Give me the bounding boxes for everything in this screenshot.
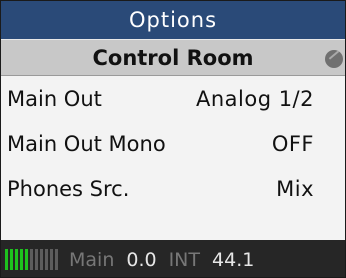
setting-label: Main Out Mono [7,131,166,156]
setting-value[interactable]: Analog 1/2 [196,87,314,111]
meter-segment [45,249,48,270]
meter-segment [15,249,18,270]
section-title: Control Room [92,45,254,70]
meter-segment [5,249,8,270]
level-meter [5,249,60,270]
title-bar: Options [1,1,345,39]
settings-list: Main Out Analog 1/2 Main Out Mono OFF Ph… [1,76,345,211]
meter-segment [30,249,33,270]
setting-label: Phones Src. [7,176,130,201]
empty-row [1,211,345,240]
setting-value[interactable]: Mix [276,177,314,201]
meter-segment [20,249,23,270]
page-title: Options [128,8,218,32]
device-screen: Options Control Room Main Out Analog 1/2… [0,0,346,278]
meter-segment [40,249,43,270]
level-value: 0.0 [126,248,157,271]
setting-row-main-out[interactable]: Main Out Analog 1/2 [1,76,345,121]
clock-label: INT [168,248,201,271]
meter-segment [55,249,58,270]
knob-icon [325,50,343,68]
status-bar: Main 0.0 INT 44.1 [1,240,345,277]
setting-row-phones-src[interactable]: Phones Src. Mix [1,166,345,211]
setting-row-main-out-mono[interactable]: Main Out Mono OFF [1,121,345,166]
meter-segment [50,249,53,270]
setting-value[interactable]: OFF [272,132,314,156]
meter-segment [10,249,13,270]
sample-rate-value: 44.1 [212,248,255,271]
source-label: Main [69,248,115,271]
meter-segment [25,249,28,270]
meter-segment [35,249,38,270]
section-header: Control Room [1,39,345,76]
setting-label: Main Out [7,86,102,111]
